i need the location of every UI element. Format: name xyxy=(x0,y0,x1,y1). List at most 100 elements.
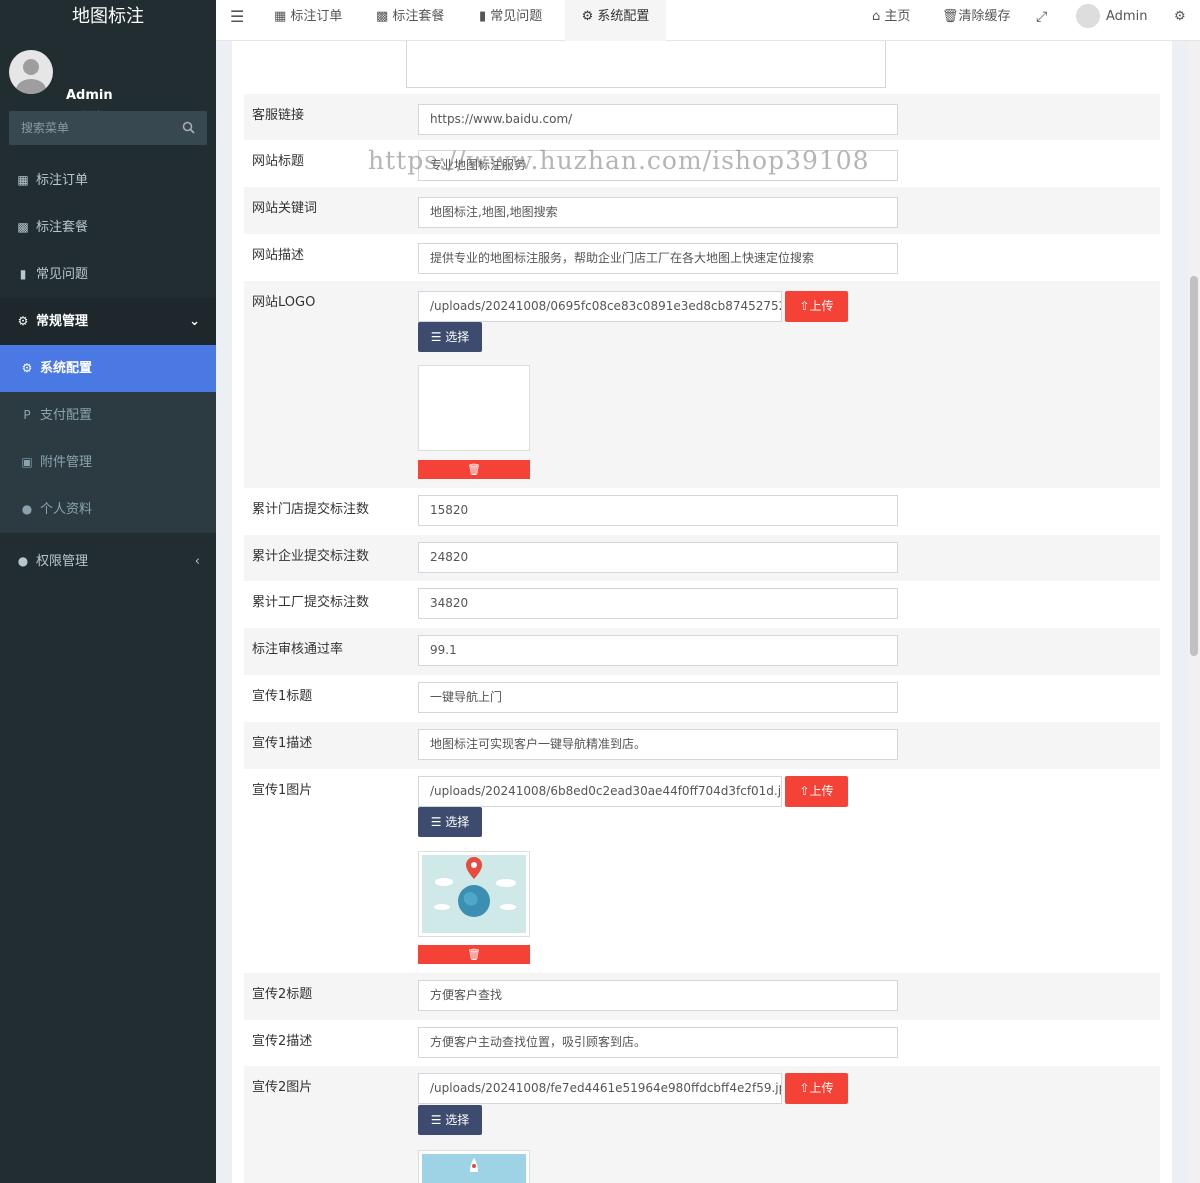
menu-search-input[interactable] xyxy=(9,111,169,145)
menu-toggle-icon[interactable]: ☰ xyxy=(230,0,244,41)
tab-faq[interactable]: ▮ 常见问题 xyxy=(479,0,542,41)
upload-button[interactable]: ⇧上传 xyxy=(785,1073,848,1104)
tab-packages[interactable]: ▩ 标注套餐 xyxy=(376,0,444,41)
company-count-input[interactable]: 24820 xyxy=(418,542,898,573)
promo1-desc-input[interactable]: 地图标注可实现客户一键导航精准到店。 xyxy=(418,729,898,760)
promo1-title-input[interactable]: 一键导航上门 xyxy=(418,682,898,713)
gear-icon: ⚙ xyxy=(581,9,598,24)
pass-rate-input[interactable]: 99.1 xyxy=(418,635,898,666)
settings-icon[interactable]: ⚙ xyxy=(1174,0,1186,41)
sidebar-item-general[interactable]: ⚙ 常规管理 ⌄ xyxy=(0,298,216,345)
sidebar-item-label: 个人资料 xyxy=(40,502,93,517)
logo-preview xyxy=(418,365,530,451)
paypal-icon: P xyxy=(23,408,31,422)
select-label: 选择 xyxy=(445,1113,470,1127)
sitemap-icon: ▩ xyxy=(376,9,393,24)
sitemap-icon: ▩ xyxy=(17,220,29,234)
form-row-promo1-title: 宣传1标题 一键导航上门 xyxy=(244,675,1160,722)
scrollbar[interactable] xyxy=(1188,41,1200,1183)
sidebar-item-payment-config[interactable]: P 支付配置 xyxy=(0,392,216,439)
book-icon: ▮ xyxy=(479,9,491,24)
list-icon: ☰ xyxy=(430,815,446,829)
form-row-site-title: 网站标题 专业地图标注服务 xyxy=(244,140,1160,187)
scrollbar-thumb[interactable] xyxy=(1190,276,1198,656)
tab-label: 标注套餐 xyxy=(392,9,445,24)
tab-orders[interactable]: ▦ 标注订单 xyxy=(274,0,342,41)
form-row-pass-rate: 标注审核通过率 99.1 xyxy=(244,628,1160,675)
site-title-input[interactable]: 专业地图标注服务 xyxy=(418,150,898,181)
rocket-icon xyxy=(422,1154,526,1183)
delete-button[interactable]: 🗑 xyxy=(418,460,530,479)
home-icon: ⌂ xyxy=(872,9,885,24)
upload-button[interactable]: ⇧上传 xyxy=(785,776,848,807)
site-keywords-input[interactable]: 地图标注,地图,地图搜索 xyxy=(418,197,898,228)
factory-count-input[interactable]: 34820 xyxy=(418,588,898,619)
store-count-input[interactable]: 15820 xyxy=(418,495,898,526)
sidebar-item-label: 系统配置 xyxy=(40,361,93,376)
sidebar: 地图标注 Admin 在线 ▦ 标注订单 ▩ 标注套餐 ▮ 常见问题 ⚙ 常规管理 ⌄ ⚙… xyxy=(0,0,216,1183)
sidebar-item-system-config[interactable]: ⚙ 系统配置 xyxy=(0,345,216,392)
promo2-image-input[interactable]: /uploads/20241008/fe7ed4461e51964e980ffd… xyxy=(418,1073,782,1104)
field-label: 网站标题 xyxy=(252,154,305,169)
search-icon[interactable] xyxy=(182,121,195,138)
promo2-title-input[interactable]: 方便客户查找 xyxy=(418,980,898,1011)
field-label: 宣传2描述 xyxy=(252,1034,313,1049)
select-button[interactable]: ☰ 选择 xyxy=(418,1105,482,1135)
brand-logo[interactable]: 地图标注 xyxy=(0,0,216,34)
sidebar-item-faq[interactable]: ▮ 常见问题 xyxy=(0,251,216,298)
form-row-promo2-desc: 宣传2描述 方便客户主动查找位置，吸引顾客到店。 xyxy=(244,1020,1160,1066)
tab-system-config[interactable]: ⚙ 系统配置 xyxy=(565,0,666,41)
sidebar-menu: ▦ 标注订单 ▩ 标注套餐 ▮ 常见问题 ⚙ 常规管理 ⌄ ⚙ 系统配置 P 支付配置 ▣ 附件… xyxy=(0,157,216,585)
chevron-down-icon: ⌄ xyxy=(189,314,200,329)
promo1-image-input[interactable]: /uploads/20241008/6b8ed0c2ead30ae44f0ff7… xyxy=(418,776,782,807)
field-label: 宣传2标题 xyxy=(252,987,313,1002)
sidebar-item-label: 常规管理 xyxy=(36,314,89,329)
home-label: 主页 xyxy=(884,9,911,24)
upload-label: 上传 xyxy=(809,299,834,313)
delete-button[interactable]: 🗑 xyxy=(418,945,530,964)
avatar-small xyxy=(1076,3,1100,28)
clear-cache-button[interactable]: 🗑清除缓存 xyxy=(942,0,1011,41)
admin-menu[interactable]: Admin xyxy=(1076,0,1147,41)
upload-button[interactable]: ⇧上传 xyxy=(785,291,848,322)
main-content: 客服链接 https://www.baidu.com/ 网站标题 专业地图标注服… xyxy=(216,41,1188,1183)
user-panel: Admin 在线 xyxy=(0,34,216,124)
site-desc-input[interactable]: 提供专业的地图标注服务，帮助企业门店工厂在各大地图上快速定位搜索 xyxy=(418,243,898,274)
select-label: 选择 xyxy=(445,330,470,344)
tab-label: 标注订单 xyxy=(290,9,343,24)
home-link[interactable]: ⌂ 主页 xyxy=(872,0,910,41)
field-label: 客服链接 xyxy=(252,108,305,123)
customer-link-input[interactable]: https://www.baidu.com/ xyxy=(418,104,898,135)
sidebar-submenu: ⚙ 系统配置 P 支付配置 ▣ 附件管理 ● 个人资料 xyxy=(0,345,216,533)
sidebar-item-attachments[interactable]: ▣ 附件管理 xyxy=(0,439,216,486)
field-label: 宣传2图片 xyxy=(252,1080,313,1095)
form-row-store-count: 累计门店提交标注数 15820 xyxy=(244,488,1160,535)
field-label: 宣传1图片 xyxy=(252,783,313,798)
topbar: ☰ ▦ 标注订单 ▩ 标注套餐 ▮ 常见问题 ⚙ 系统配置 ⌂ 主页 🗑清除缓存… xyxy=(216,0,1200,41)
sidebar-item-packages[interactable]: ▩ 标注套餐 xyxy=(0,204,216,251)
form-row-company-count: 累计企业提交标注数 24820 xyxy=(244,535,1160,581)
sidebar-item-orders[interactable]: ▦ 标注订单 xyxy=(0,157,216,204)
sidebar-item-label: 常见问题 xyxy=(36,267,89,282)
field-label: 网站关键词 xyxy=(252,201,318,216)
sidebar-item-permissions[interactable]: ● 权限管理 ‹ xyxy=(0,538,216,585)
site-logo-input[interactable]: /uploads/20241008/0695fc08ce83c0891e3ed8… xyxy=(418,291,782,322)
tab-label: 常见问题 xyxy=(490,9,543,24)
map-icon: ▦ xyxy=(274,9,291,24)
trash-icon: 🗑 xyxy=(467,948,481,961)
select-button[interactable]: ☰ 选择 xyxy=(418,322,482,352)
upload-label: 上传 xyxy=(809,784,834,798)
users-icon: ● xyxy=(17,554,29,568)
upload-icon: ⇧ xyxy=(799,1081,810,1095)
sidebar-item-profile[interactable]: ● 个人资料 xyxy=(0,486,216,533)
fullscreen-icon[interactable]: ⤢ xyxy=(1036,0,1047,41)
user-icon: ● xyxy=(21,502,33,516)
map-pin-globe-icon xyxy=(422,855,526,933)
config-panel: 客服链接 https://www.baidu.com/ 网站标题 专业地图标注服… xyxy=(232,41,1172,1183)
form-row-site-keywords: 网站关键词 地图标注,地图,地图搜索 xyxy=(244,187,1160,234)
sidebar-item-label: 标注套餐 xyxy=(36,220,89,235)
select-button[interactable]: ☰ 选择 xyxy=(418,807,482,837)
textarea-field[interactable] xyxy=(406,41,886,88)
promo2-desc-input[interactable]: 方便客户主动查找位置，吸引顾客到店。 xyxy=(418,1027,898,1058)
field-label: 网站LOGO xyxy=(252,295,316,310)
